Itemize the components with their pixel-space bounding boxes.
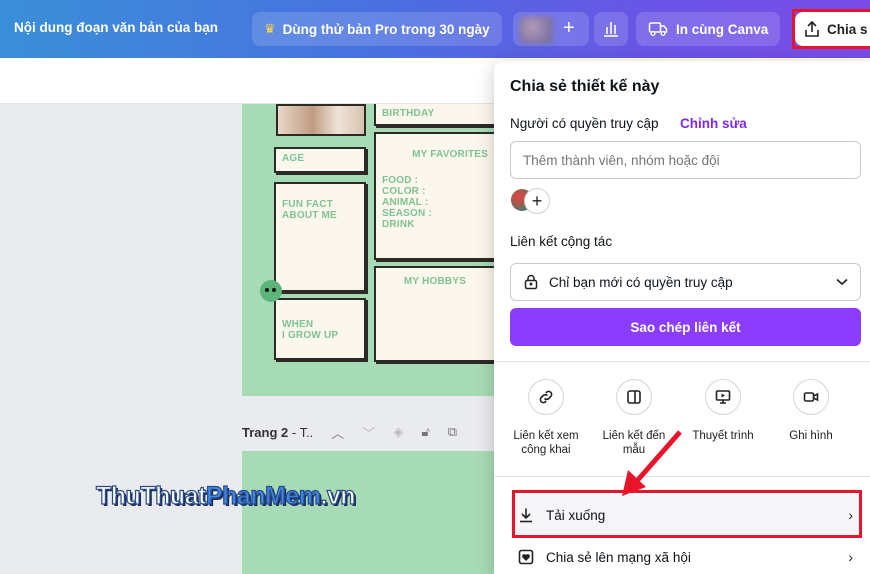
eye-hidden-icon[interactable]: ◈ (393, 424, 403, 440)
page-toolbar: Trang 2 - T.. ︿ ﹀ ◈ 🔓︎ ⧉ (242, 420, 457, 444)
download-highlight-box (512, 490, 862, 538)
share-panel-title: Chia sẻ thiết kế này (510, 78, 660, 95)
social-share-label: Chia sẻ lên mạng xã hội (546, 549, 691, 565)
design-title[interactable]: Nội dung đoạn văn bản của bạn (14, 20, 218, 35)
mascot-sticker (260, 280, 282, 302)
card-when-grow-up: WHEN I GROW UP (274, 298, 366, 360)
card-birthday: BIRTHDAY (374, 104, 496, 126)
link-icon (528, 379, 564, 415)
plus-icon[interactable]: + (563, 17, 575, 40)
print-with-canva-button[interactable]: In cùng Canva (636, 12, 781, 46)
chevron-right-icon: › (848, 549, 853, 565)
access-select-value: Chỉ bạn mới có quyền truy cập (549, 274, 733, 290)
template-icon (616, 379, 652, 415)
option-label: Liên kết đến mẫu (602, 430, 666, 456)
print-label: In cùng Canva (676, 21, 769, 37)
social-share-row[interactable]: Chia sẻ lên mạng xã hội › (510, 541, 861, 573)
heart-icon (518, 549, 534, 565)
add-member-input[interactable] (510, 141, 861, 179)
option-label: Thuyết trình (692, 430, 754, 442)
card-hobbys: MY HOBBYS (374, 266, 496, 362)
option-template-link[interactable]: Liên kết đến mẫu (594, 379, 674, 457)
edit-access-link[interactable]: Chỉnh sửa (680, 116, 747, 131)
duplicate-icon[interactable]: ⧉ (448, 424, 457, 440)
bar-chart-icon (604, 22, 618, 37)
present-icon (705, 379, 741, 415)
divider (494, 361, 870, 362)
option-public-view-link[interactable]: Liên kết xem công khai (506, 379, 586, 457)
top-bar: Nội dung đoạn văn bản của bạn ♛ Dùng thử… (0, 0, 870, 58)
option-label: Ghi hình (789, 430, 833, 442)
lock-icon (524, 274, 538, 290)
lock-icon[interactable]: 🔓︎ (421, 424, 429, 440)
card-age-text: AGE (282, 153, 305, 164)
option-present[interactable]: Thuyết trình (683, 379, 763, 443)
insights-button[interactable] (594, 12, 628, 46)
page-label[interactable]: Trang 2 - T.. (242, 425, 313, 440)
crown-icon: ♛ (264, 21, 276, 36)
card-age: AGE (274, 147, 366, 173)
copy-link-button[interactable]: Sao chép liên kết (510, 308, 861, 346)
plus-icon: + (531, 190, 543, 211)
watermark-part3: .vn (320, 481, 356, 510)
pro-trial-label: Dùng thử bản Pro trong 30 ngày (282, 21, 490, 37)
pro-trial-button[interactable]: ♛ Dùng thử bản Pro trong 30 ngày (252, 12, 502, 46)
chevron-down-icon (836, 278, 848, 286)
option-label: Liên kết xem công khai (513, 430, 579, 456)
option-record[interactable]: Ghi hình (771, 379, 851, 443)
watermark-logo: ThuThuatPhanMem.vn (95, 481, 356, 511)
collaborators-group[interactable]: + (513, 12, 589, 46)
page-label-bold: Trang 2 (242, 424, 289, 440)
card-fun-fact: FUN FACT ABOUT ME (274, 182, 366, 292)
add-member-button[interactable]: + (524, 188, 550, 214)
access-select[interactable]: Chỉ bạn mới có quyền truy cập (510, 263, 861, 301)
card-hobbys-text: MY HOBBYS (403, 276, 467, 287)
card-when-text: WHEN I GROW UP (282, 319, 339, 341)
avatar (519, 16, 553, 44)
card-favorites: MY FAVORITES FOOD : COLOR : ANIMAL : SEA… (374, 132, 496, 260)
card-birthday-text: BIRTHDAY (382, 108, 435, 119)
chevron-up-icon[interactable]: ︿ (331, 423, 344, 442)
record-icon (793, 379, 829, 415)
card-favorites-title: MY FAVORITES (412, 149, 488, 160)
access-label: Người có quyền truy cập (510, 116, 659, 131)
card-favorites-items: FOOD : COLOR : ANIMAL : SEASON : DRINK (382, 175, 432, 230)
collab-link-label: Liên kết cộng tác (510, 234, 613, 249)
card-fun-fact-text: FUN FACT ABOUT ME (282, 199, 337, 221)
divider (494, 476, 870, 477)
watermark-part1: ThuThuat (95, 481, 207, 510)
truck-icon (648, 22, 668, 36)
chevron-down-icon[interactable]: ﹀ (362, 423, 375, 442)
profile-photo (276, 104, 366, 136)
share-highlight-box (792, 9, 870, 49)
watermark-part2: PhanMem (205, 481, 321, 510)
page-label-rest: - T.. (288, 424, 314, 440)
